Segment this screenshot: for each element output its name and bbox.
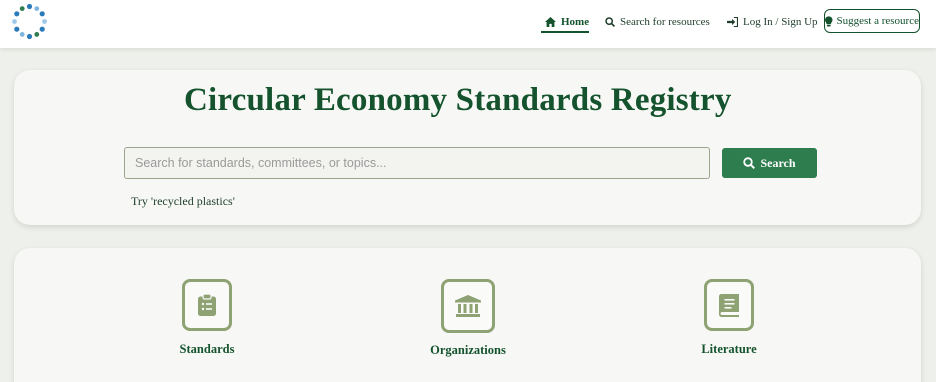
nav-login-label: Log In / Sign Up [743, 16, 818, 28]
clipboard-list-icon [182, 279, 232, 331]
search-icon [605, 17, 615, 27]
category-standards[interactable]: Standards [137, 279, 277, 357]
sign-in-icon [727, 17, 738, 27]
active-tab-indicator [541, 31, 589, 33]
navbar: Home Search for resources Log In / Sign … [0, 0, 936, 48]
page-title: Circular Economy Standards Registry [184, 82, 732, 118]
hero-card: Circular Economy Standards Registry Sear… [14, 70, 921, 225]
book-icon [704, 279, 754, 331]
categories-card: Standards Organizations Literature [14, 248, 921, 382]
search-suggestion-link[interactable]: Try 'recycled plastics' [131, 194, 235, 209]
home-icon [545, 17, 556, 27]
category-organizations[interactable]: Organizations [398, 279, 538, 358]
nav-login-link[interactable]: Log In / Sign Up [727, 13, 818, 31]
search-icon [743, 157, 756, 169]
suggest-resource-label: Suggest a resource [836, 15, 919, 27]
search-input[interactable] [124, 147, 710, 179]
search-button[interactable]: Search [722, 148, 817, 178]
logo[interactable] [11, 3, 48, 40]
nav-home-link[interactable]: Home [545, 13, 589, 31]
category-organizations-label: Organizations [430, 343, 506, 357]
search-button-label: Search [760, 155, 796, 170]
logo-ring-icon [12, 3, 47, 40]
institution-icon [441, 279, 495, 333]
lightbulb-icon [825, 15, 833, 26]
nav-search-link[interactable]: Search for resources [605, 13, 710, 31]
suggest-resource-button[interactable]: Suggest a resource [824, 9, 920, 33]
category-literature-label: Literature [701, 342, 757, 356]
nav-search-label: Search for resources [620, 16, 710, 28]
nav-home-label: Home [561, 16, 590, 28]
category-literature[interactable]: Literature [659, 279, 799, 357]
category-standards-label: Standards [179, 342, 235, 356]
